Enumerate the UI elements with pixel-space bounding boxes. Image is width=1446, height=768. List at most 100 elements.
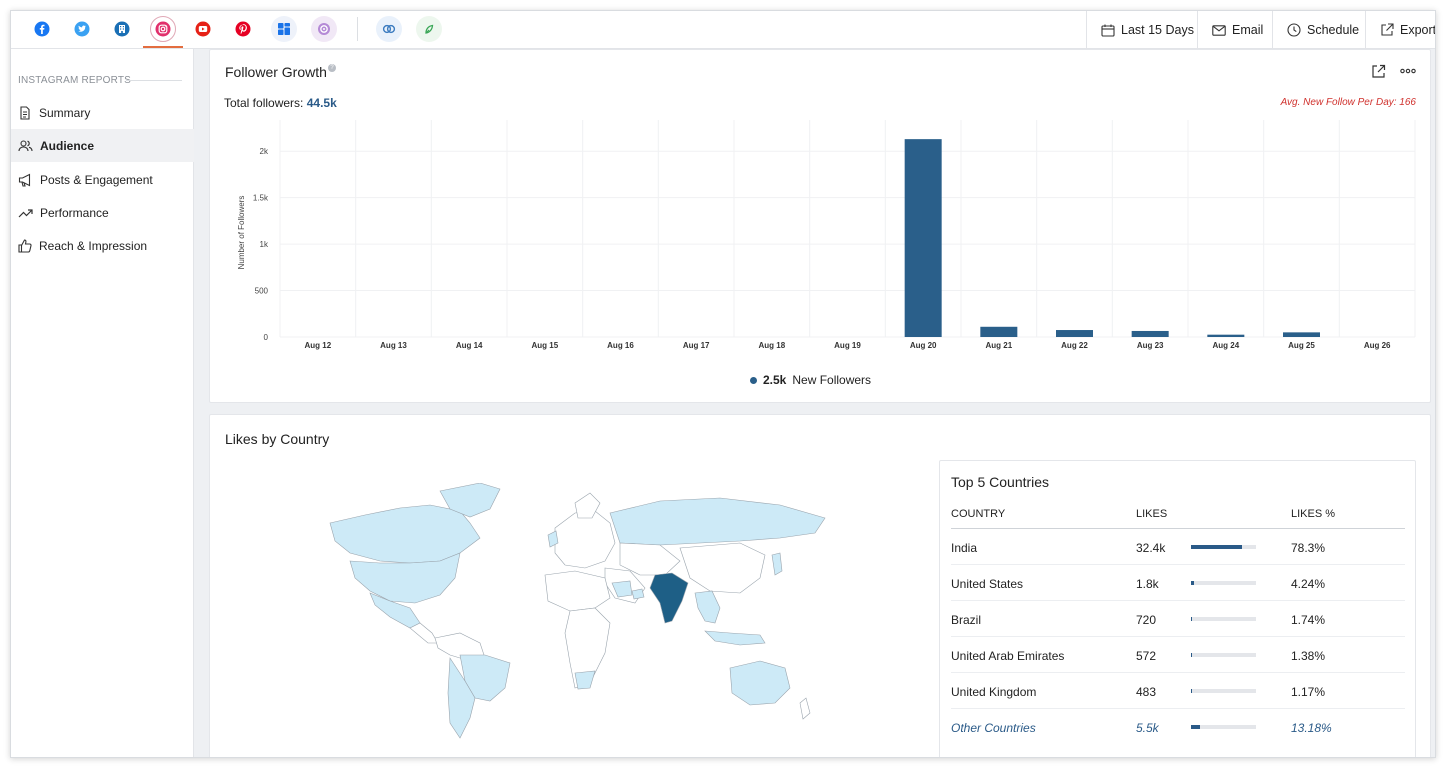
- x-tick-label: Aug 16: [607, 341, 634, 350]
- y-tick-label: 1.5k: [253, 194, 269, 203]
- youtube-icon[interactable]: [190, 16, 216, 42]
- chart-legend[interactable]: 2.5k New Followers: [750, 373, 871, 387]
- country-name: United States: [951, 577, 1024, 591]
- instagram-icon[interactable]: [150, 16, 176, 42]
- map-russia[interactable]: [609, 497, 826, 546]
- clock-icon: [1287, 23, 1301, 37]
- likes-by-country-title: Likes by Country: [225, 431, 330, 447]
- x-tick-label: Aug 14: [456, 341, 483, 350]
- country-name: India: [951, 541, 978, 555]
- likes-share-fill: [1191, 617, 1193, 621]
- country-likes: 32.4k: [1136, 541, 1166, 555]
- y-tick-label: 500: [255, 287, 269, 296]
- country-likes-pct: 1.74%: [1291, 613, 1326, 627]
- column-header-likes-pct: LIKES %: [1291, 508, 1336, 520]
- bar[interactable]: [904, 139, 942, 337]
- likes-share-bar: [1191, 545, 1256, 549]
- bar[interactable]: [1131, 330, 1169, 337]
- country-likes: 5.5k: [1136, 721, 1159, 735]
- top-countries-title: Top 5 Countries: [951, 474, 1050, 490]
- map-china[interactable]: [679, 542, 766, 594]
- sidebar-item-label: Performance: [40, 205, 109, 220]
- table-row[interactable]: United States 1.8k 4.24%: [951, 565, 1405, 601]
- table-row[interactable]: Brazil 720 1.74%: [951, 601, 1405, 637]
- envelope-icon: [1212, 24, 1226, 36]
- map-uae[interactable]: [631, 588, 645, 600]
- country-likes: 1.8k: [1136, 577, 1159, 591]
- building-icon[interactable]: [109, 16, 135, 42]
- email-button[interactable]: Email: [1197, 11, 1277, 49]
- top-bar: Last 15 Days Email Schedule Export: [11, 11, 1436, 49]
- date-range-button[interactable]: Last 15 Days: [1086, 11, 1208, 49]
- grid-icon[interactable]: [271, 16, 297, 42]
- link-rings-icon[interactable]: [376, 16, 402, 42]
- y-axis-label: Number of Followers: [237, 196, 246, 270]
- x-tick-label: Aug 22: [1061, 341, 1088, 350]
- country-name[interactable]: Other Countries: [951, 721, 1036, 735]
- users-icon: [18, 139, 33, 151]
- sidebar-heading-divider: [126, 80, 182, 81]
- map-japan[interactable]: [771, 552, 783, 576]
- bar[interactable]: [1283, 332, 1320, 337]
- map-new-zealand[interactable]: [799, 697, 811, 720]
- megaphone-icon: [18, 173, 31, 187]
- document-icon: [20, 105, 30, 120]
- map-central-america[interactable]: [409, 622, 439, 644]
- likes-share-bar: [1191, 653, 1256, 657]
- leaf-icon[interactable]: [416, 16, 442, 42]
- likes-share-fill: [1191, 581, 1194, 585]
- legend-marker: [750, 376, 757, 384]
- threads-icon[interactable]: [311, 16, 337, 42]
- table-row[interactable]: India 32.4k 78.3%: [951, 529, 1405, 565]
- likes-share-fill: [1191, 689, 1192, 693]
- y-tick-label: 1k: [260, 240, 269, 249]
- likes-share-fill: [1191, 725, 1200, 729]
- bar[interactable]: [1207, 334, 1245, 337]
- top-countries-panel: Top 5 Countries COUNTRY LIKES LIKES % In…: [939, 460, 1416, 757]
- country-likes: 483: [1136, 685, 1157, 699]
- export-icon: [1381, 23, 1394, 36]
- sidebar-item-label: Reach & Impression: [39, 238, 148, 253]
- table-row-other-countries[interactable]: Other Countries 5.5k 13.18%: [951, 709, 1405, 745]
- sidebar-item-reach-impression[interactable]: Reach & Impression: [11, 229, 194, 262]
- sidebar-item-performance[interactable]: Performance: [11, 196, 194, 229]
- schedule-button[interactable]: Schedule: [1272, 11, 1373, 49]
- map-australia[interactable]: [729, 660, 791, 706]
- follower-growth-card: Follower Growth ? Total followers: 44.5k…: [209, 49, 1431, 403]
- pinterest-icon[interactable]: [230, 16, 256, 42]
- map-central-asia[interactable]: [619, 542, 681, 576]
- country-likes-pct: 1.38%: [1291, 649, 1326, 663]
- facebook-icon[interactable]: [29, 16, 55, 42]
- likes-share-fill: [1191, 653, 1192, 657]
- bar[interactable]: [1056, 330, 1093, 337]
- sidebar-item-label: Summary: [39, 105, 91, 120]
- sidebar-item-posts-engagement[interactable]: Posts & Engagement: [11, 163, 194, 196]
- map-indonesia[interactable]: [704, 630, 766, 646]
- bar[interactable]: [980, 326, 1018, 337]
- country-likes-pct: 1.17%: [1291, 685, 1326, 699]
- country-likes-pct: 4.24%: [1291, 577, 1326, 591]
- x-tick-label: Aug 12: [304, 341, 331, 350]
- x-tick-label: Aug 26: [1364, 341, 1391, 350]
- sidebar-heading: INSTAGRAM REPORTS: [18, 75, 132, 86]
- map-south-africa[interactable]: [574, 670, 596, 690]
- likes-share-bar: [1191, 689, 1256, 693]
- twitter-icon[interactable]: [69, 16, 95, 42]
- sidebar-item-audience[interactable]: Audience: [11, 129, 194, 162]
- export-label: Export: [1400, 23, 1436, 37]
- map-europe[interactable]: [554, 510, 616, 569]
- sidebar-item-summary[interactable]: Summary: [11, 96, 194, 129]
- table-row[interactable]: United Arab Emirates 572 1.38%: [951, 637, 1405, 673]
- table-row[interactable]: United Kingdom 483 1.17%: [951, 673, 1405, 709]
- map-africa-north[interactable]: [544, 570, 611, 612]
- map-india[interactable]: [649, 572, 689, 624]
- country-name: United Kingdom: [951, 685, 1037, 699]
- map-southeast-asia[interactable]: [694, 590, 721, 624]
- x-tick-label: Aug 23: [1137, 341, 1164, 350]
- country-name: United Arab Emirates: [951, 649, 1065, 663]
- thumbs-up-icon: [18, 238, 32, 253]
- schedule-label: Schedule: [1307, 23, 1360, 37]
- likes-share-bar: [1191, 725, 1256, 729]
- likes-share-bar: [1191, 581, 1256, 585]
- export-button[interactable]: Export: [1365, 11, 1436, 49]
